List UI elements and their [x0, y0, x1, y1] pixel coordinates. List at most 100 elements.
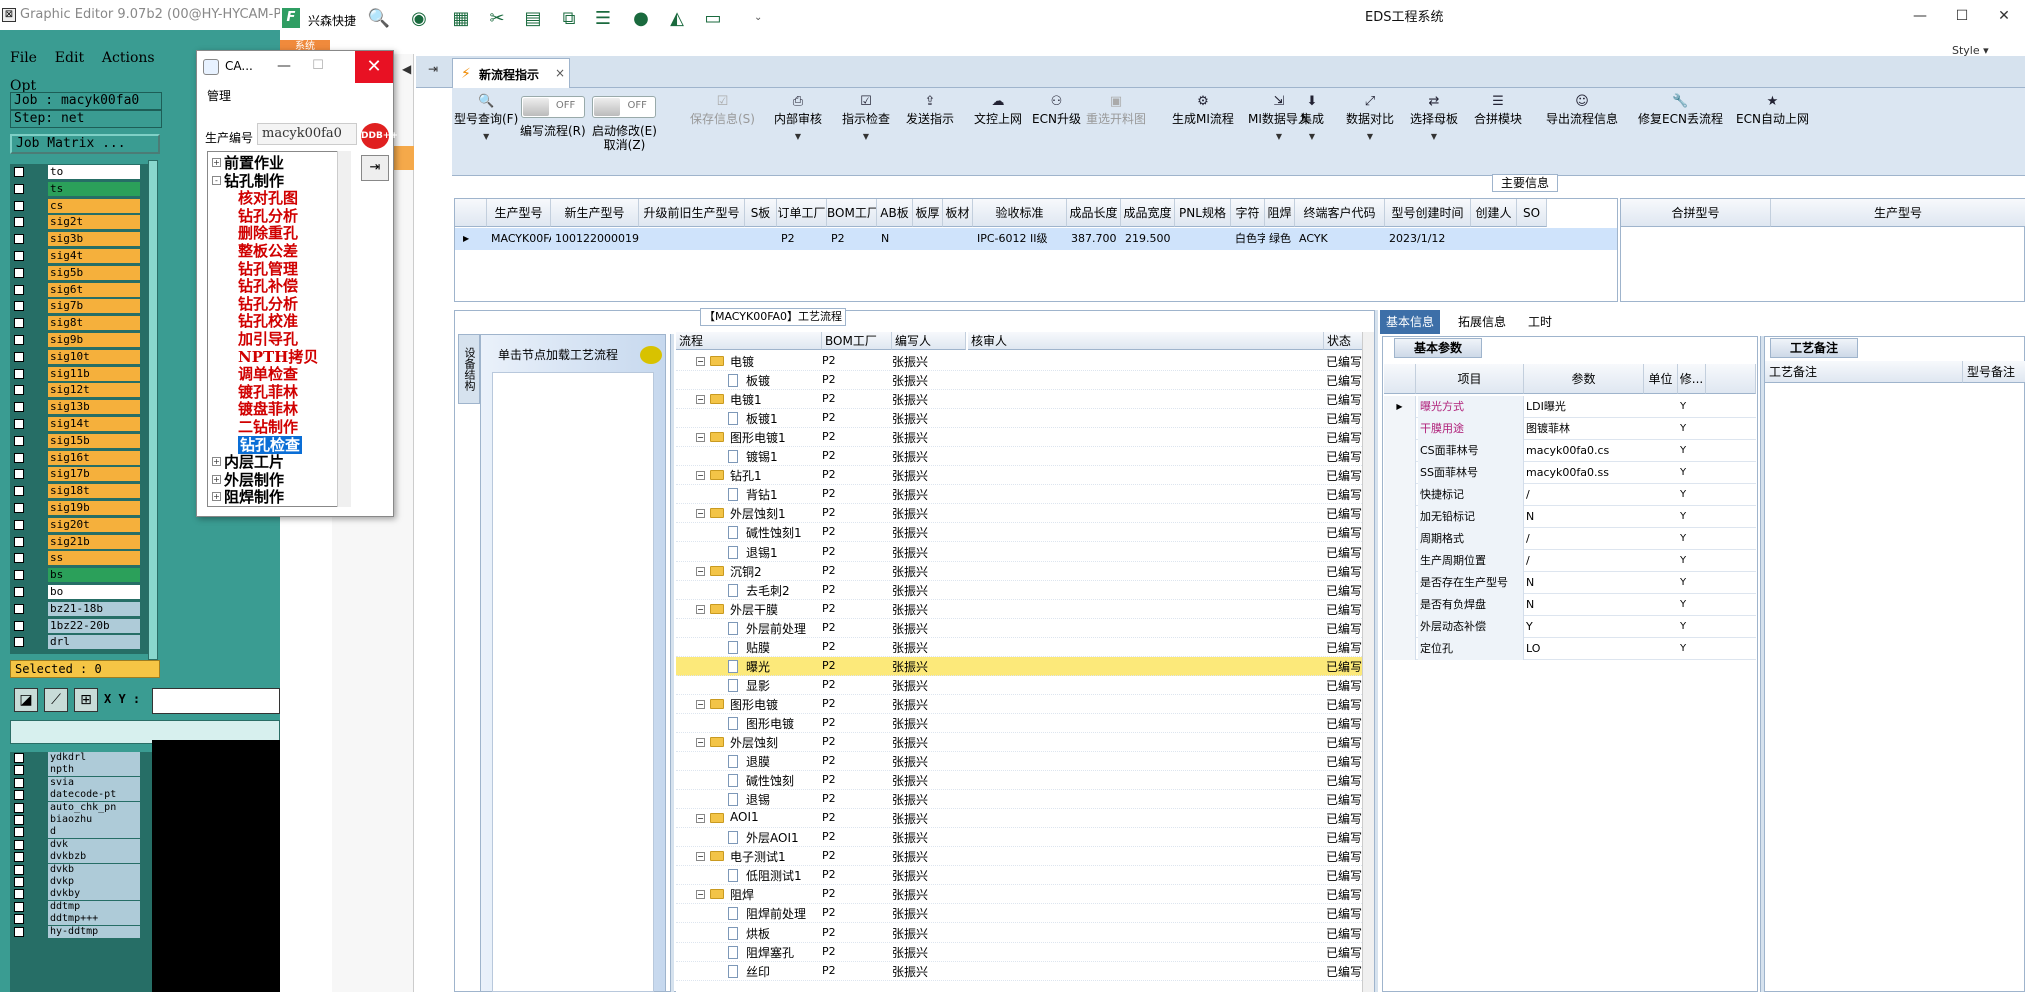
param-value[interactable]: /: [1526, 550, 1530, 572]
table-row[interactable]: 背钻1 P2 张振兴 已编写: [676, 485, 1372, 505]
toolbar-button-7[interactable]: ☁ 文控上网: [974, 88, 1022, 168]
column-header[interactable]: 终端客户代码: [1295, 199, 1385, 227]
toolbar-button-2[interactable]: OFF 启动修改(E) 取消(Z): [592, 88, 657, 168]
column-header[interactable]: 新生产型号: [551, 199, 639, 227]
layer-row[interactable]: sig21b: [10, 534, 152, 550]
tab-scroll-left-icon[interactable]: ◀: [402, 62, 411, 76]
layer-row[interactable]: sig14t: [10, 416, 152, 432]
select-tool-icon[interactable]: ◪: [14, 688, 38, 712]
tree-node[interactable]: 二钻制作: [238, 418, 298, 436]
table-row[interactable]: 阻焊塞孔 P2 张振兴 已编写: [676, 943, 1372, 962]
tree-node[interactable]: 加引导孔: [238, 330, 298, 348]
table-row[interactable]: − 钻孔1 P2 张振兴 已编写: [676, 466, 1372, 486]
menu-file[interactable]: File: [10, 50, 37, 66]
table-row[interactable]: 板镀 P2 张振兴 已编写: [676, 371, 1372, 391]
layer-checkbox[interactable]: [14, 570, 24, 581]
toolbar-button-12[interactable]: ⬇ 集成 ▼: [1300, 88, 1324, 168]
layer-row[interactable]: biaozhu: [10, 814, 152, 826]
column-header[interactable]: 升级前旧生产型号: [639, 199, 745, 227]
toolbar-button-8[interactable]: ⚇ ECN升级: [1032, 88, 1081, 168]
search-icon[interactable]: 🔍: [366, 6, 392, 32]
layer-checkbox[interactable]: [14, 368, 24, 379]
grid-tool-icon[interactable]: ⊞: [74, 688, 98, 712]
graphic-canvas[interactable]: [152, 740, 280, 992]
column-header[interactable]: 订单工厂: [777, 199, 827, 227]
tree-node[interactable]: 调单检查: [238, 365, 298, 383]
table-row[interactable]: 干膜用途 图镀菲林 Y: [1384, 418, 1756, 440]
menu-edit[interactable]: Edit: [55, 50, 84, 66]
tree-node[interactable]: 删除重孔: [238, 224, 298, 242]
layer-checkbox[interactable]: [14, 753, 24, 763]
job-matrix-button[interactable]: Job Matrix ...: [10, 134, 160, 154]
ca-tree-scrollbar[interactable]: [337, 151, 351, 507]
tree-expander-icon[interactable]: −: [696, 699, 705, 709]
param-column-header[interactable]: 修...: [1678, 364, 1706, 394]
layer-row[interactable]: sig9b: [10, 332, 152, 348]
layer-checkbox[interactable]: [14, 914, 24, 925]
table-row[interactable]: − 外层蚀刻1 P2 张振兴 已编写: [676, 504, 1372, 524]
layer-row[interactable]: dvk: [10, 838, 152, 851]
ca-menu-manage[interactable]: 管理: [207, 87, 231, 104]
tree-node[interactable]: 钻孔补偿: [238, 277, 298, 295]
layer-checkbox[interactable]: [14, 620, 24, 631]
layer-row[interactable]: sig7b: [10, 298, 152, 314]
table-row[interactable]: CS面菲林号 macyk00fa0.cs Y: [1384, 440, 1756, 462]
layer-row[interactable]: bz21-18b: [10, 601, 152, 617]
tree-expander-icon[interactable]: −: [696, 395, 705, 405]
note-col-0[interactable]: 工艺备注: [1765, 361, 1963, 383]
tree-node[interactable]: 核对孔图: [238, 189, 298, 207]
table-row[interactable]: 图形电镀 P2 张振兴 已编写: [676, 714, 1372, 733]
table-row[interactable]: 阻焊前处理 P2 张振兴 已编写: [676, 904, 1372, 924]
layer-checkbox[interactable]: [14, 536, 24, 547]
tree-expander-icon[interactable]: −: [696, 604, 705, 614]
layer-row[interactable]: auto_chk_pn: [10, 801, 152, 814]
layer-checkbox[interactable]: [14, 889, 24, 900]
layer-row[interactable]: hy-ddtmp: [10, 925, 152, 938]
column-header[interactable]: 生产型号: [487, 199, 551, 227]
table-row[interactable]: − 电镀 P2 张振兴 已编写: [676, 352, 1372, 371]
layer-checkbox[interactable]: [14, 167, 24, 177]
column-header[interactable]: 阻焊: [1265, 199, 1295, 227]
layer-row[interactable]: sig16t: [10, 450, 152, 466]
param-value[interactable]: N: [1526, 572, 1534, 594]
layer-checkbox[interactable]: [14, 419, 24, 429]
table-row[interactable]: 退锡1 P2 张振兴 已编写: [676, 543, 1372, 562]
chart-icon[interactable]: ◭: [664, 6, 690, 32]
layer-checkbox[interactable]: [14, 251, 24, 261]
table-row[interactable]: − 电镀1 P2 张振兴 已编写: [676, 390, 1372, 410]
tree-expander-icon[interactable]: +: [212, 158, 221, 167]
column-header[interactable]: BOM工厂: [827, 199, 877, 227]
copy-icon[interactable]: ⧉: [556, 6, 582, 32]
production-number-input[interactable]: macyk00fa0: [257, 123, 357, 145]
table-row[interactable]: − 外层干膜 P2 张振兴 已编写: [676, 600, 1372, 619]
table-row[interactable]: − 沉铜2 P2 张振兴 已编写: [676, 562, 1372, 581]
tab-work-hours[interactable]: 工时: [1522, 310, 1558, 334]
layer-checkbox[interactable]: [14, 790, 24, 801]
table-row[interactable]: 是否有负焊盘 N Y: [1384, 594, 1756, 616]
layer-checkbox[interactable]: [14, 815, 24, 825]
rows-icon[interactable]: ☰: [590, 6, 616, 32]
layer-row[interactable]: to: [10, 164, 152, 180]
column-header[interactable]: 验收标准: [973, 199, 1067, 227]
toggle-switch[interactable]: OFF: [520, 96, 585, 118]
tab-new-process[interactable]: ⚡ 新流程指示 ×: [452, 58, 570, 88]
layer-row[interactable]: sig2t: [10, 214, 152, 230]
column-header[interactable]: 板厚: [913, 199, 943, 227]
process-scrollbar[interactable]: [1362, 332, 1374, 992]
merge-col-0[interactable]: 合拼型号: [1621, 199, 1771, 227]
layer-checkbox[interactable]: [14, 603, 24, 614]
layer-checkbox[interactable]: [14, 827, 24, 838]
table-row[interactable]: 碱性蚀刻1 P2 张振兴 已编写: [676, 523, 1372, 543]
splitter-left[interactable]: [670, 334, 674, 992]
layer-row[interactable]: cs: [10, 198, 152, 214]
param-value[interactable]: N: [1526, 506, 1534, 528]
table-row[interactable]: − AOI1 P2 张振兴 已编写: [676, 809, 1372, 829]
layer-row[interactable]: 1bz22-20b: [10, 618, 152, 634]
process-column-header[interactable]: 核审人: [968, 332, 1324, 350]
toolbar-button-13[interactable]: ⤢ 数据对比 ▼: [1346, 88, 1394, 168]
table-row[interactable]: 贴膜 P2 张振兴 已编写: [676, 638, 1372, 657]
table-row[interactable]: 生产周期位置 / Y: [1384, 550, 1756, 572]
table-row[interactable]: 是否存在生产型号 N Y: [1384, 572, 1756, 594]
layer-checkbox[interactable]: [14, 234, 24, 245]
table-row[interactable]: − 图形电镀 P2 张振兴 已编写: [676, 695, 1372, 714]
